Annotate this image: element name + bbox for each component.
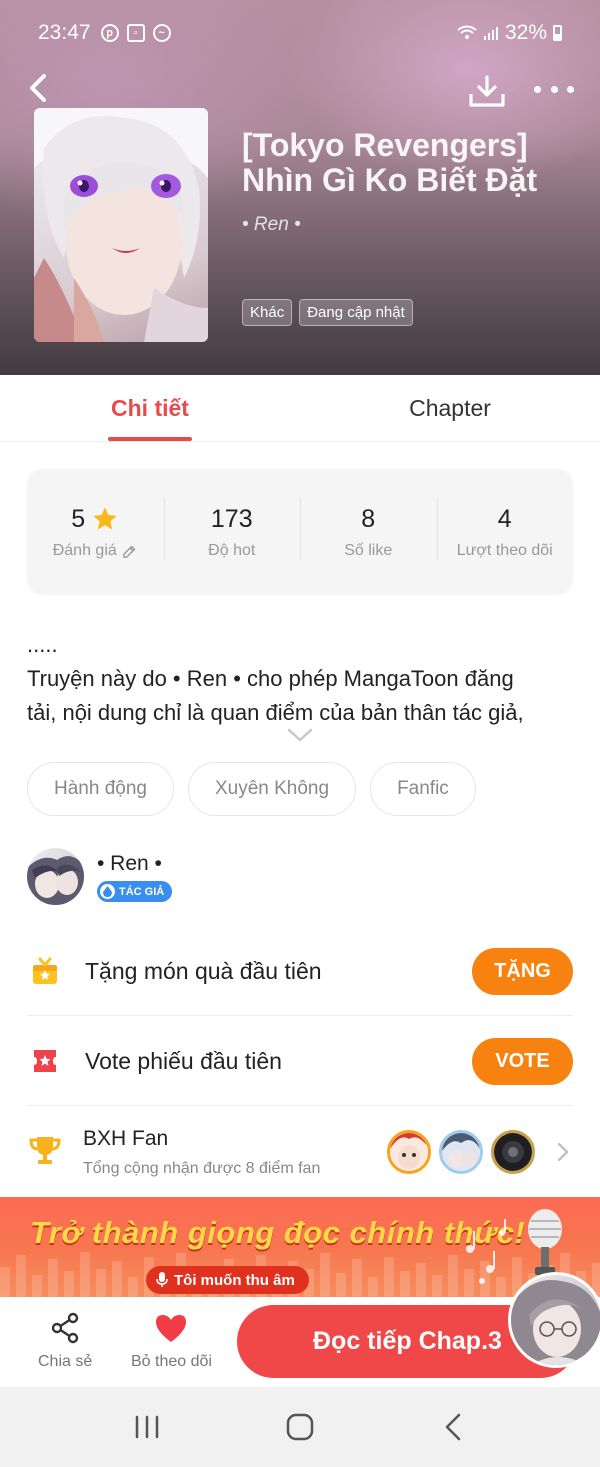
banner-headline: Trở thành giọng đọc chính thức! bbox=[30, 1215, 526, 1250]
unfollow-button[interactable]: Bỏ theo dõi bbox=[131, 1311, 212, 1371]
home-icon[interactable] bbox=[285, 1412, 315, 1442]
record-voice-label: Tôi muốn thu âm bbox=[174, 1271, 295, 1289]
fan-avatar bbox=[491, 1130, 535, 1174]
followers-value: 4 bbox=[497, 504, 512, 533]
stat-likes: 8 Số like bbox=[300, 498, 437, 560]
voice-actor-banner[interactable]: Trở thành giọng đọc chính thức! Tôi muốn… bbox=[0, 1197, 600, 1297]
recent-apps-icon[interactable] bbox=[132, 1412, 162, 1442]
tab-chapters[interactable]: Chapter bbox=[300, 375, 600, 441]
status-time: 23:47 bbox=[38, 21, 91, 44]
pinterest-icon: p bbox=[100, 24, 119, 42]
author-badge-label: TÁC GIẢ bbox=[119, 885, 165, 898]
genre-chip[interactable]: Xuyên Không bbox=[187, 762, 357, 816]
download-icon[interactable] bbox=[468, 74, 506, 108]
top-fans-avatars bbox=[387, 1130, 535, 1174]
hot-value: 173 bbox=[210, 504, 253, 533]
fan-ranking-subtitle: Tổng cộng nhận được 8 điểm fan bbox=[83, 1160, 321, 1177]
description-line: tải, nội dung chỉ là quan điểm của bản t… bbox=[27, 700, 524, 725]
fan-ranking-row[interactable]: BXH Fan Tổng cộng nhận được 8 điểm fan bbox=[27, 1120, 573, 1186]
status-bar: 23:47 p ▫ ~ 32% bbox=[38, 18, 562, 48]
likes-label: Số like bbox=[344, 542, 393, 559]
unfollow-label: Bỏ theo dõi bbox=[131, 1353, 212, 1370]
author-avatar[interactable] bbox=[27, 848, 84, 905]
star-icon bbox=[93, 507, 117, 530]
book-title: [Tokyo Revengers] Nhìn Gì Ko Biết Đặt bbox=[242, 127, 538, 198]
vote-button[interactable]: VOTE bbox=[472, 1037, 573, 1085]
likes-value: 8 bbox=[361, 504, 376, 533]
music-notes-icon bbox=[466, 1219, 506, 1284]
hot-label: Độ hot bbox=[208, 542, 256, 559]
messenger-icon: ~ bbox=[152, 24, 171, 42]
system-navigation-bar bbox=[0, 1387, 600, 1467]
stats-panel: 5 Đánh giá 173 Độ hot 8 Số like 4 Lượt t… bbox=[27, 469, 573, 595]
chevron-right-icon bbox=[557, 1142, 569, 1162]
vote-label: Vote phiếu đầu tiên bbox=[85, 1047, 282, 1074]
book-tags: Khác Đang cập nhật bbox=[242, 299, 413, 326]
description-line: ..... bbox=[27, 632, 58, 657]
genre-chip[interactable]: Fanfic bbox=[370, 762, 476, 816]
signal-icon bbox=[483, 27, 498, 40]
book-header: 23:47 p ▫ ~ 32% [Tokyo Revengers] Nhìn G… bbox=[0, 0, 600, 375]
back-nav-icon[interactable] bbox=[438, 1412, 468, 1442]
fan-avatar bbox=[439, 1130, 483, 1174]
character-avatar bbox=[508, 1272, 600, 1368]
battery-icon bbox=[553, 25, 562, 41]
divider bbox=[27, 1015, 573, 1016]
tag-category: Khác bbox=[242, 299, 293, 326]
divider bbox=[27, 1105, 573, 1106]
genre-chip[interactable]: Hành động bbox=[27, 762, 174, 816]
book-detail-screen: 23:47 p ▫ ~ 32% [Tokyo Revengers] Nhìn G… bbox=[0, 0, 600, 1467]
wifi-icon bbox=[457, 25, 477, 39]
tab-bar: Chi tiết Chapter bbox=[0, 375, 600, 442]
fan-avatar bbox=[387, 1130, 431, 1174]
back-arrow-icon[interactable] bbox=[24, 70, 54, 106]
book-author[interactable]: • Ren • bbox=[242, 214, 301, 236]
description-line: Truyện này do • Ren • cho phép MangaToon… bbox=[27, 666, 514, 691]
stat-hot: 173 Độ hot bbox=[163, 498, 301, 560]
notification-icon: ▫ bbox=[126, 24, 145, 42]
book-description: ..... Truyện này do • Ren • cho phép Man… bbox=[27, 628, 575, 730]
vote-row: Vote phiếu đầu tiên VOTE bbox=[27, 1037, 573, 1085]
gift-label: Tặng món quà đầu tiên bbox=[85, 957, 322, 984]
share-label: Chia sẻ bbox=[38, 1353, 93, 1370]
author-badge: TÁC GIẢ bbox=[97, 881, 173, 902]
followers-label: Lượt theo dõi bbox=[456, 542, 553, 559]
book-cover-image bbox=[34, 108, 208, 342]
stat-followers: 4 Lượt theo dõi bbox=[436, 498, 574, 560]
tag-status: Đang cập nhật bbox=[299, 299, 413, 326]
trophy-icon bbox=[27, 1132, 63, 1168]
rating-value: 5 bbox=[71, 504, 86, 533]
record-voice-button[interactable]: Tôi muốn thu âm bbox=[146, 1266, 309, 1294]
rating-label: Đánh giá bbox=[52, 542, 117, 559]
microphone-small-icon bbox=[156, 1272, 168, 1287]
author-badge-icon bbox=[100, 884, 115, 899]
heart-icon bbox=[154, 1311, 188, 1345]
vote-ticket-icon bbox=[27, 1043, 63, 1079]
gift-button[interactable]: TẶNG bbox=[472, 947, 573, 995]
genre-list: Hành động Xuyên Không Fanfic bbox=[27, 762, 476, 816]
share-button[interactable]: Chia sẻ bbox=[38, 1311, 92, 1371]
stat-rating[interactable]: 5 Đánh giá bbox=[27, 504, 164, 560]
fan-ranking-title: BXH Fan bbox=[83, 1127, 169, 1150]
more-options-icon[interactable] bbox=[534, 86, 574, 96]
expand-chevron-icon[interactable] bbox=[287, 728, 313, 742]
battery-percent: 32% bbox=[504, 21, 547, 44]
share-icon bbox=[48, 1311, 82, 1345]
gift-row: Tặng món quà đầu tiên TẶNG bbox=[27, 947, 573, 995]
author-name[interactable]: • Ren • bbox=[97, 852, 162, 876]
edit-icon bbox=[122, 545, 135, 558]
gift-icon bbox=[27, 953, 63, 989]
tab-details[interactable]: Chi tiết bbox=[0, 375, 300, 441]
